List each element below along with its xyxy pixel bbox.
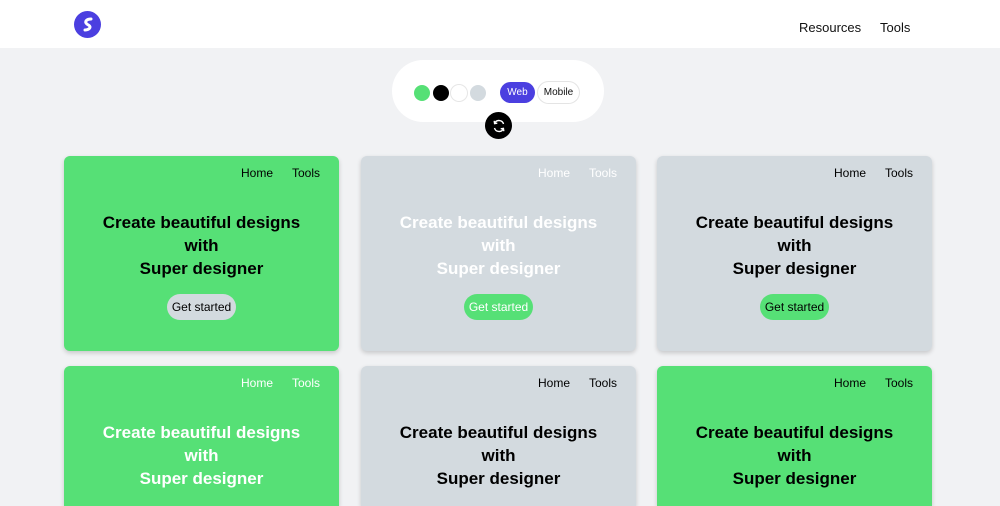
swatch-white[interactable] — [451, 85, 467, 101]
headline-line: with — [777, 446, 812, 465]
card-nav-tools[interactable]: Tools — [885, 166, 913, 180]
refresh-icon — [493, 119, 504, 132]
headline-line: with — [184, 236, 219, 255]
card-nav-home[interactable]: Home — [241, 376, 273, 390]
card-nav-tools[interactable]: Tools — [292, 166, 320, 180]
refresh-button[interactable] — [485, 112, 512, 139]
card-nav-tools[interactable]: Tools — [589, 376, 617, 390]
card-nav-tools[interactable]: Tools — [885, 376, 913, 390]
card-headline: Create beautiful designs with Super desi… — [64, 211, 339, 280]
headline-line: with — [184, 446, 219, 465]
card-headline: Create beautiful designs with Super desi… — [361, 421, 636, 490]
headline-line: Create beautiful designs — [399, 213, 598, 232]
headline-line: Create beautiful designs — [102, 423, 301, 442]
headline-line: Super designer — [732, 259, 857, 278]
card-headline: Create beautiful designs with Super desi… — [657, 421, 932, 490]
card-nav-home[interactable]: Home — [538, 166, 570, 180]
card-nav-home[interactable]: Home — [241, 166, 273, 180]
headline-line: with — [481, 446, 516, 465]
nav-tools[interactable]: Tools — [880, 20, 910, 35]
card-headline: Create beautiful designs with Super desi… — [64, 421, 339, 490]
headline-line: Create beautiful designs — [695, 213, 894, 232]
design-card: Home Tools Create beautiful designs with… — [64, 366, 339, 506]
headline-line: Super designer — [436, 469, 561, 488]
headline-line: Super designer — [139, 259, 264, 278]
design-card: Home Tools Create beautiful designs with… — [361, 156, 636, 351]
get-started-button[interactable]: Get started — [464, 294, 533, 320]
headline-line: Super designer — [436, 259, 561, 278]
headline-line: Create beautiful designs — [695, 423, 894, 442]
card-nav-home[interactable]: Home — [538, 376, 570, 390]
card-nav-home[interactable]: Home — [834, 376, 866, 390]
design-card: Home Tools Create beautiful designs with… — [657, 156, 932, 351]
headline-line: Super designer — [139, 469, 264, 488]
card-nav-home[interactable]: Home — [834, 166, 866, 180]
headline-line: Create beautiful designs — [102, 213, 301, 232]
design-card: Home Tools Create beautiful designs with… — [64, 156, 339, 351]
headline-line: with — [777, 236, 812, 255]
get-started-button[interactable]: Get started — [760, 294, 829, 320]
card-nav-tools[interactable]: Tools — [589, 166, 617, 180]
swatch-gray[interactable] — [470, 85, 486, 101]
nav-resources[interactable]: Resources — [799, 20, 861, 35]
swatch-black[interactable] — [433, 85, 449, 101]
get-started-button[interactable]: Get started — [167, 294, 236, 320]
headline-line: Create beautiful designs — [399, 423, 598, 442]
card-headline: Create beautiful designs with Super desi… — [361, 211, 636, 280]
tab-mobile[interactable]: Mobile — [538, 82, 579, 103]
top-bar: Resources Tools — [0, 0, 1000, 48]
logo-icon[interactable] — [74, 11, 101, 38]
design-card: Home Tools Create beautiful designs with… — [361, 366, 636, 506]
design-card: Home Tools Create beautiful designs with… — [657, 366, 932, 506]
tab-web[interactable]: Web — [500, 82, 535, 103]
headline-line: Super designer — [732, 469, 857, 488]
headline-line: with — [481, 236, 516, 255]
card-nav-tools[interactable]: Tools — [292, 376, 320, 390]
card-headline: Create beautiful designs with Super desi… — [657, 211, 932, 280]
swatch-green[interactable] — [414, 85, 430, 101]
